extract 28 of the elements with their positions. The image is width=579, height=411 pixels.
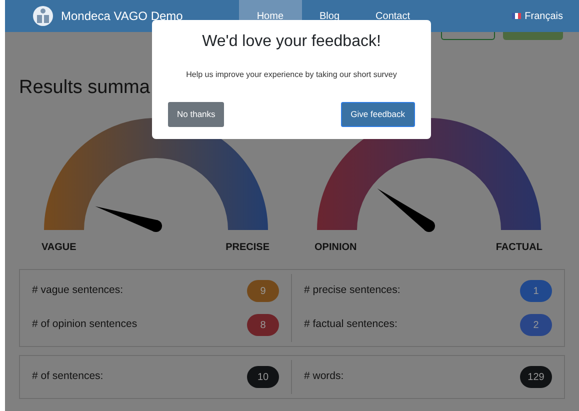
give-feedback-button[interactable]: Give feedback: [340, 102, 415, 127]
outline-button[interactable]: [441, 32, 495, 40]
count-badge: 9: [247, 280, 279, 302]
count-badge: 129: [520, 366, 552, 388]
gauge-label: OPINION: [314, 241, 357, 255]
stat-label: # factual sentences:: [304, 317, 398, 332]
gauge-needle: [376, 188, 434, 232]
stat-label: # words:: [304, 369, 344, 384]
logo-icon: [33, 6, 53, 26]
results-heading: Results summa: [19, 76, 151, 100]
gauge-label: VAGUE: [42, 241, 76, 255]
gauge-label: FACTUAL: [496, 241, 542, 255]
no-thanks-button[interactable]: No thanks: [168, 102, 224, 127]
count-badge: 10: [247, 366, 279, 388]
language-link[interactable]: Français: [524, 8, 563, 24]
flag-icon: [512, 13, 521, 19]
count-badge: 1: [520, 280, 552, 302]
gauge-label: PRECISE: [226, 241, 270, 255]
modal-title: We'd love your feedback!: [201, 32, 382, 52]
stat-label: # of sentences:: [32, 369, 104, 384]
modal-message: Help us improve your experience by taking our short survey: [185, 69, 398, 82]
count-badge: 2: [520, 314, 552, 336]
stat-label: # of opinion sentences: [32, 317, 138, 332]
stat-label: # vague sentences:: [32, 283, 124, 298]
brand-name[interactable]: Mondeca VAGO Demo: [61, 7, 183, 25]
count-badge: 8: [247, 314, 279, 336]
gauge-needle: [94, 206, 162, 232]
stat-label: # precise sentences:: [304, 283, 400, 298]
